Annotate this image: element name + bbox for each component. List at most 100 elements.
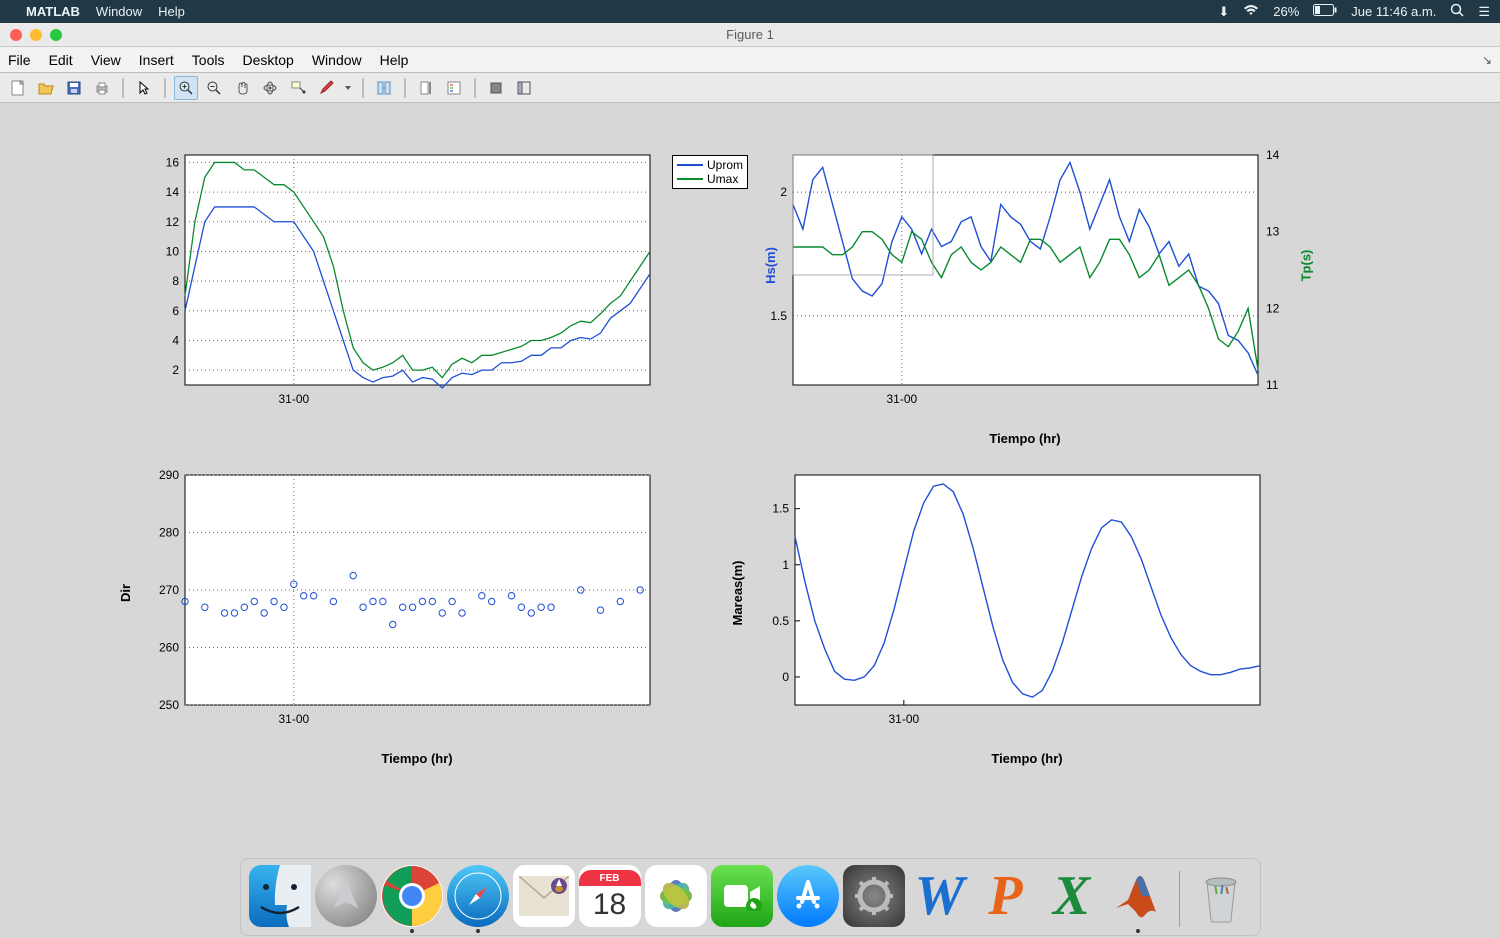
toolbar-separator	[404, 78, 406, 98]
ylabel-hs: Hs(m)	[763, 247, 778, 284]
dock-trash[interactable]	[1190, 865, 1252, 927]
dropbox-icon[interactable]: ⬇	[1218, 4, 1229, 20]
svg-text:31-00: 31-00	[278, 392, 309, 406]
svg-text:2: 2	[780, 185, 787, 199]
menu-desktop[interactable]: Desktop	[242, 52, 293, 68]
dock-app-excel[interactable]: X	[1041, 865, 1103, 927]
menu-insert[interactable]: Insert	[139, 52, 174, 68]
toolbar-separator	[164, 78, 166, 98]
control-center-icon[interactable]: ☰	[1478, 4, 1490, 20]
pan-icon[interactable]	[230, 76, 254, 100]
xlabel-tide: Tiempo (hr)	[991, 751, 1062, 766]
zoom-out-icon[interactable]	[202, 76, 226, 100]
legend-windspeed[interactable]: Uprom Umax	[672, 155, 748, 189]
legend-label: Uprom	[707, 158, 743, 172]
menu-overflow-icon[interactable]: ↘	[1482, 53, 1492, 67]
toolbar-separator	[362, 78, 364, 98]
menu-tools[interactable]: Tools	[192, 52, 225, 68]
figure-canvas[interactable]: 246810121416 31-00 Uprom Umax 1.52 11121…	[0, 103, 1500, 853]
maximize-window-button[interactable]	[50, 29, 62, 41]
svg-text:290: 290	[159, 468, 179, 482]
colorbar-icon[interactable]	[414, 76, 438, 100]
subplot-direction[interactable]: 250260270280290 31-00 Tiempo (hr) Dir	[100, 463, 680, 773]
menubar-app-name[interactable]: MATLAB	[26, 4, 80, 19]
dock-app-launchpad[interactable]	[315, 865, 377, 927]
dock-app-facetime[interactable]	[711, 865, 773, 927]
wifi-icon[interactable]	[1243, 4, 1259, 19]
menu-window[interactable]: Window	[312, 52, 362, 68]
svg-text:12: 12	[166, 215, 180, 229]
pointer-icon[interactable]	[132, 76, 156, 100]
brush-icon[interactable]	[314, 76, 338, 100]
dock[interactable]: FEB 18 W P X	[240, 858, 1261, 936]
dock-container: FEB 18 W P X	[0, 853, 1500, 938]
battery-icon[interactable]	[1313, 4, 1337, 19]
minimize-window-button[interactable]	[30, 29, 42, 41]
dock-separator	[1179, 871, 1180, 927]
new-figure-icon[interactable]	[6, 76, 30, 100]
dock-app-calendar[interactable]: FEB 18	[579, 865, 641, 927]
data-cursor-icon[interactable]	[286, 76, 310, 100]
spotlight-icon[interactable]	[1450, 3, 1464, 20]
dock-app-safari[interactable]	[447, 865, 509, 927]
menu-help[interactable]: Help	[380, 52, 409, 68]
rotate3d-icon[interactable]	[258, 76, 282, 100]
subplot-waves[interactable]: 1.52 11121314 31-00 Tiempo (hr)	[760, 143, 1320, 453]
svg-text:31-00: 31-00	[886, 392, 917, 406]
svg-text:11: 11	[1266, 378, 1279, 392]
svg-text:31-00: 31-00	[278, 712, 309, 726]
window-titlebar: Figure 1	[0, 23, 1500, 47]
print-icon[interactable]	[90, 76, 114, 100]
dock-app-powerpoint[interactable]: P	[975, 865, 1037, 927]
svg-text:260: 260	[159, 641, 179, 655]
svg-text:31-00: 31-00	[888, 712, 919, 726]
dock-app-photos[interactable]	[645, 865, 707, 927]
dock-app-chrome[interactable]	[381, 865, 443, 927]
svg-text:270: 270	[159, 583, 179, 597]
menu-edit[interactable]: Edit	[49, 52, 73, 68]
xlabel-waves: Tiempo (hr)	[989, 431, 1060, 446]
svg-text:0.5: 0.5	[772, 614, 789, 628]
link-axes-icon[interactable]	[372, 76, 396, 100]
dock-app-appstore[interactable]	[777, 865, 839, 927]
dock-app-finder[interactable]	[249, 865, 311, 927]
figure-menubar: File Edit View Insert Tools Desktop Wind…	[0, 47, 1500, 73]
menu-view[interactable]: View	[91, 52, 121, 68]
window-title: Figure 1	[726, 27, 774, 42]
subplot-tide[interactable]: 00.511.5 31-00 Tiempo (hr) Mareas(m)	[720, 463, 1320, 773]
svg-text:1.5: 1.5	[770, 309, 787, 323]
dock-icon[interactable]	[512, 76, 536, 100]
dock-app-matlab[interactable]	[1107, 865, 1169, 927]
svg-text:0: 0	[782, 670, 789, 684]
close-window-button[interactable]	[10, 29, 22, 41]
menu-file[interactable]: File	[8, 52, 31, 68]
save-icon[interactable]	[62, 76, 86, 100]
svg-text:4: 4	[172, 333, 179, 347]
legend-icon[interactable]	[442, 76, 466, 100]
dock-app-mail[interactable]	[513, 865, 575, 927]
svg-text:1: 1	[782, 558, 789, 572]
calendar-month: FEB	[579, 870, 641, 886]
figure-toolbar	[0, 73, 1500, 103]
calendar-day: 18	[593, 888, 626, 922]
svg-text:1.5: 1.5	[772, 502, 789, 516]
hide-tools-icon[interactable]	[484, 76, 508, 100]
legend-label: Umax	[707, 172, 738, 186]
subplot-windspeed[interactable]: 246810121416 31-00	[120, 143, 680, 433]
dock-app-settings[interactable]	[843, 865, 905, 927]
clock[interactable]: Jue 11:46 a.m.	[1351, 4, 1436, 19]
mac-menubar: MATLAB Window Help ⬇ 26% Jue 11:46 a.m. …	[0, 0, 1500, 23]
menubar-item-help[interactable]: Help	[158, 4, 185, 19]
svg-text:2: 2	[172, 363, 179, 377]
svg-text:280: 280	[159, 526, 179, 540]
open-icon[interactable]	[34, 76, 58, 100]
ylabel-tp: Tp(s)	[1298, 250, 1313, 282]
battery-percent: 26%	[1273, 4, 1299, 19]
zoom-in-icon[interactable]	[174, 76, 198, 100]
ylabel-dir: Dir	[118, 584, 133, 602]
menubar-item-window[interactable]: Window	[96, 4, 142, 19]
dropdown-arrow-icon[interactable]	[342, 76, 354, 100]
svg-text:12: 12	[1266, 301, 1280, 315]
toolbar-separator	[474, 78, 476, 98]
dock-app-word[interactable]: W	[909, 865, 971, 927]
